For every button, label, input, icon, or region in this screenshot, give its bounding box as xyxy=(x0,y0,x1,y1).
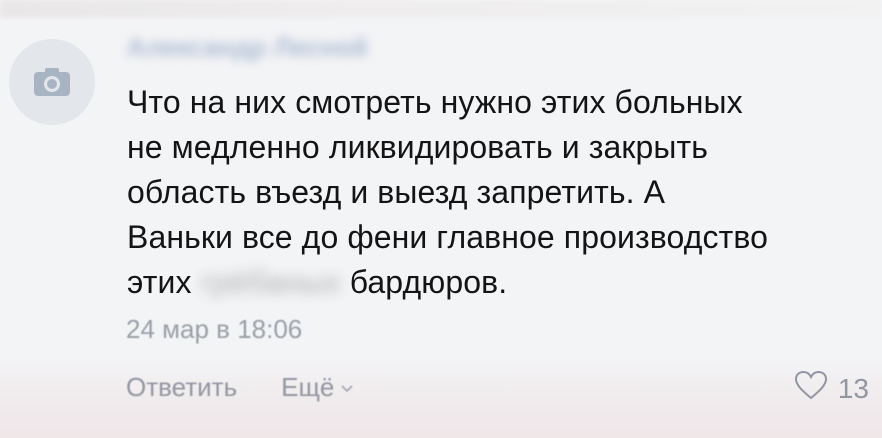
author-name[interactable]: Александр Лесной xyxy=(127,29,368,65)
comment-actions: Ответить Ещё xyxy=(126,372,354,403)
like-button[interactable]: 13 xyxy=(794,370,869,407)
comment-line: Ваньки все до фени главное производство xyxy=(127,219,768,255)
comment-line: не медленно ликвидировать и закрыть xyxy=(127,129,708,165)
comment-line: Что на них смотреть нужно этих больных xyxy=(127,84,743,120)
censored-word: грёбаных xyxy=(200,264,341,300)
author-name-text: Александр Лесной xyxy=(127,31,369,62)
more-label: Ещё xyxy=(281,372,335,402)
camera-icon xyxy=(32,66,72,98)
heart-icon xyxy=(794,370,828,407)
avatar[interactable] xyxy=(9,39,95,125)
comment-line-start: этих xyxy=(127,264,192,300)
reply-button[interactable]: Ответить xyxy=(126,372,237,403)
comment-timestamp[interactable]: 24 мар в 18:06 xyxy=(126,314,302,345)
reply-label: Ответить xyxy=(126,372,238,402)
comment-line-end: бардюров. xyxy=(349,264,508,300)
comment-text: Что на них смотреть нужно этих больных н… xyxy=(127,80,867,305)
comment-line-last: этих грёбаных бардюров. xyxy=(127,260,867,305)
more-button[interactable]: Ещё xyxy=(281,372,354,403)
comment-card: Александр Лесной Что на них смотреть нуж… xyxy=(0,0,882,438)
chevron-down-icon xyxy=(340,381,354,399)
likes-count: 13 xyxy=(837,372,869,404)
comment-line: область въезд и выезд запретить. А xyxy=(127,174,666,210)
